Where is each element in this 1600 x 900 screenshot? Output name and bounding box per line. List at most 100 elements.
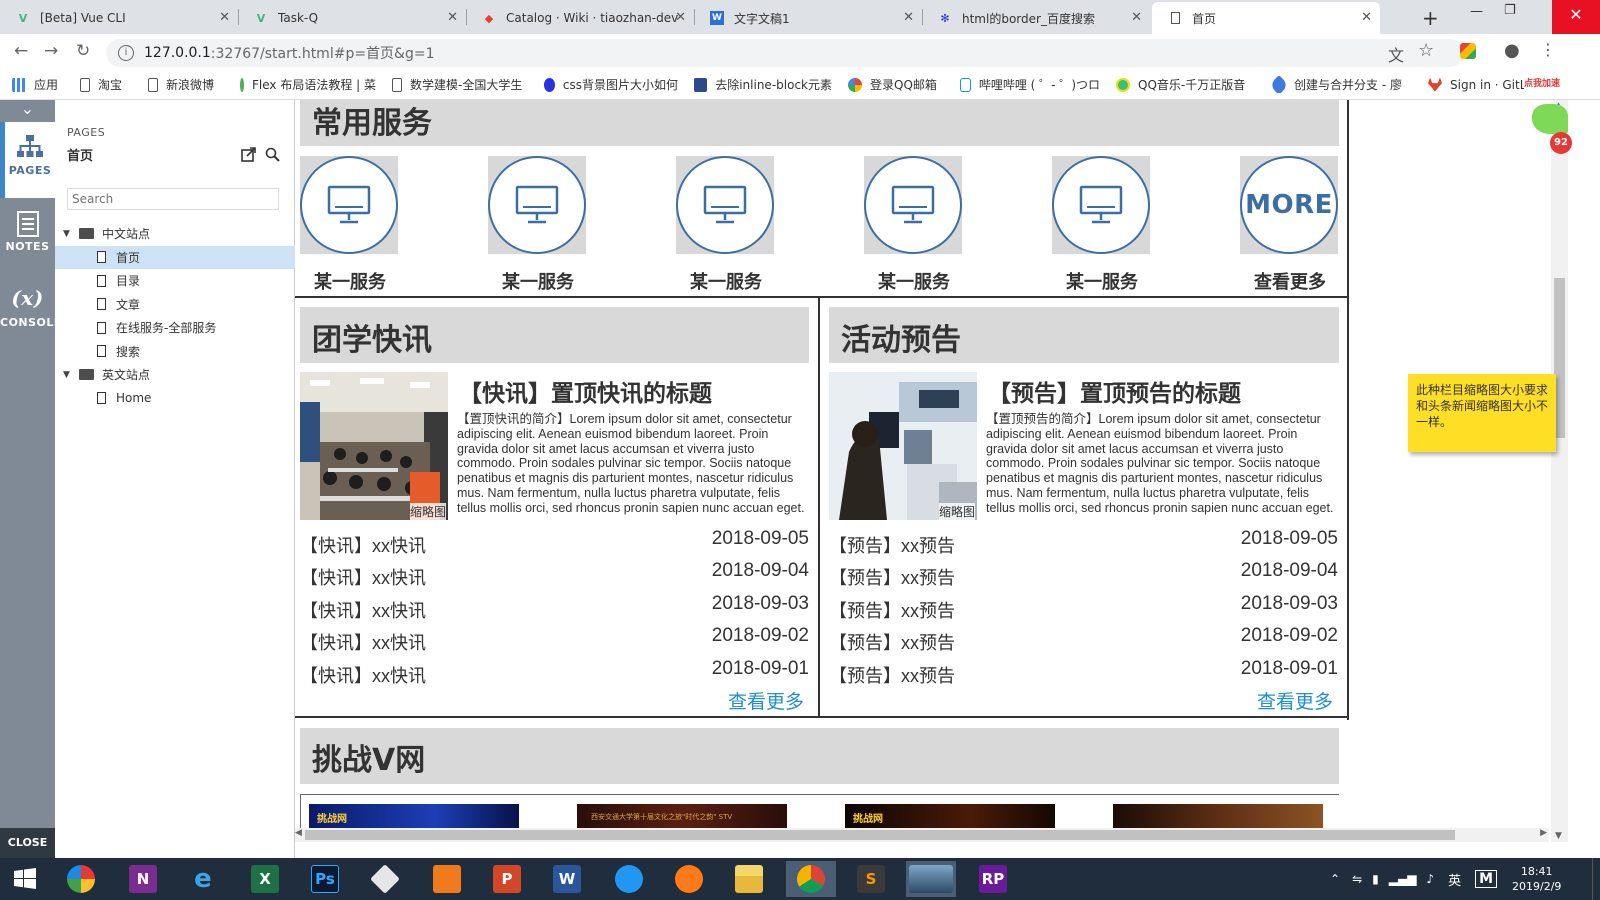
info-icon[interactable]: i: [118, 45, 134, 61]
tree-page-search[interactable]: 搜索: [55, 340, 295, 364]
bookmark-css-bg[interactable]: css背景图片大小如何: [544, 76, 678, 93]
new-tab-button[interactable]: +: [1422, 6, 1439, 30]
expand-triangle-icon[interactable]: ▼: [63, 370, 73, 380]
service-item[interactable]: 某一服务: [488, 156, 588, 294]
minimize-button[interactable]: —: [1470, 4, 1483, 19]
tzv-video-thumb[interactable]: [1113, 804, 1323, 828]
tab-wps-doc[interactable]: W 文字文稿1 ✕: [694, 2, 922, 34]
scroll-left-arrow-icon[interactable]: ◀: [295, 828, 302, 838]
reload-button[interactable]: ↻: [76, 41, 90, 61]
account-icon[interactable]: ●: [1504, 40, 1520, 61]
volume-icon[interactable]: ♪: [1426, 872, 1434, 886]
open-new-window-icon[interactable]: [241, 147, 256, 166]
events-more-link[interactable]: 查看更多: [1257, 687, 1333, 714]
network-adapter-icon[interactable]: ⇋: [1352, 872, 1362, 886]
service-item[interactable]: 某一服务: [300, 156, 400, 294]
extension-icon[interactable]: [1460, 43, 1476, 59]
bookmark-inline-block[interactable]: 去除inline-block元素: [694, 76, 832, 93]
bookmark-qqmail[interactable]: 登录QQ邮箱: [848, 76, 944, 93]
chrome-icon[interactable]: [786, 861, 836, 897]
photos-app-icon[interactable]: [56, 861, 106, 897]
news-list-item[interactable]: 【快讯】xx快讯 2018-09-04: [300, 560, 809, 596]
tab-baidu-search[interactable]: ✻ html的border_百度搜索 ✕: [922, 2, 1150, 34]
tab-homepage[interactable]: 首页 ✕: [1152, 2, 1380, 34]
axure-rp-icon[interactable]: RP: [968, 861, 1018, 897]
close-icon[interactable]: ✕: [1361, 10, 1372, 25]
bookmark-weibo[interactable]: 新浪微博: [148, 76, 224, 93]
tab-vue-cli[interactable]: V [Beta] Vue CLI ✕: [0, 2, 238, 34]
bookmark-bilibili[interactable]: 哔哩哔哩 ( ゜- ゜)つロ: [960, 76, 1100, 93]
rail-pages-button[interactable]: PAGES: [0, 122, 55, 198]
vertical-scrollbar[interactable]: ▲ ▼: [1551, 100, 1568, 842]
ps-image-icon[interactable]: [906, 861, 956, 897]
close-icon[interactable]: ✕: [675, 10, 686, 25]
horizontal-scroll-thumb[interactable]: [305, 830, 1455, 840]
tree-page-article[interactable]: 文章: [55, 293, 295, 317]
tab-task-q[interactable]: V Task-Q ✕: [238, 2, 466, 34]
feather-app-icon[interactable]: [604, 861, 654, 897]
bookmark-apps[interactable]: 应用: [12, 76, 64, 93]
tree-folder-chinese-site[interactable]: ▼ 中文站点: [55, 222, 295, 246]
close-icon[interactable]: ✕: [1131, 10, 1142, 25]
tree-folder-english-site[interactable]: ▼ 英文站点: [55, 363, 295, 387]
bookmark-qqmusic[interactable]: QQ音乐-千万正版音: [1116, 76, 1256, 93]
ime-indicator[interactable]: 英: [1448, 870, 1461, 889]
news-more-link[interactable]: 查看更多: [728, 687, 804, 714]
wifi-signal-icon[interactable]: ▂▄▆: [1389, 872, 1417, 886]
show-desktop-button[interactable]: [1592, 858, 1600, 900]
translate-icon[interactable]: 文: [1388, 42, 1404, 66]
events-thumbnail[interactable]: 缩略图: [829, 372, 977, 520]
bookmark-star-icon[interactable]: ☆: [1418, 40, 1434, 61]
extension-badge[interactable]: 点我加速: [1524, 76, 1561, 89]
bookmark-taobao[interactable]: 淘宝: [80, 76, 132, 93]
service-item[interactable]: 某一服务: [1052, 156, 1152, 294]
news-list-item[interactable]: 【预告】xx预告 2018-09-02: [829, 625, 1338, 661]
horizontal-scrollbar[interactable]: ◀ ▶: [295, 828, 1549, 842]
orange-app-icon[interactable]: [664, 861, 714, 897]
back-button[interactable]: ←: [14, 41, 28, 61]
news-list-item[interactable]: 【预告】xx预告 2018-09-05: [829, 528, 1338, 564]
news-list-item[interactable]: 【快讯】xx快讯 2018-09-02: [300, 625, 809, 661]
tab-catalog-wiki[interactable]: ◆ Catalog · Wiki · tiaozhan-dev ✕: [466, 2, 694, 34]
tray-expand-icon[interactable]: ⌃: [1330, 872, 1340, 886]
rail-console-button[interactable]: (x) CONSOLE: [0, 274, 61, 350]
file-explorer-icon[interactable]: [724, 861, 774, 897]
tree-page-home[interactable]: 首页: [55, 245, 295, 269]
bookmark-flex[interactable]: Flex 布局语法教程 | 菜: [240, 76, 376, 93]
news-list-item[interactable]: 【预告】xx预告 2018-09-04: [829, 560, 1338, 596]
tzv-video-thumb[interactable]: 挑战网: [845, 804, 1055, 828]
word-icon[interactable]: W: [542, 861, 592, 897]
excel-icon[interactable]: X: [240, 861, 290, 897]
events-headline[interactable]: 【预告】置顶预告的标题: [988, 374, 1241, 408]
tree-page-en-home[interactable]: Home: [55, 387, 295, 411]
pages-search-input[interactable]: [67, 188, 279, 210]
news-list-item[interactable]: 【预告】xx预告 2018-09-03: [829, 593, 1338, 629]
onenote-icon[interactable]: N: [118, 861, 168, 897]
close-icon[interactable]: ✕: [219, 10, 230, 25]
ie-icon[interactable]: e: [178, 861, 228, 897]
news-list-item[interactable]: 【快讯】xx快讯 2018-09-05: [300, 528, 809, 564]
taskbar-clock[interactable]: 18:41 2019/2/9: [1512, 864, 1561, 894]
service-item[interactable]: 某一服务: [864, 156, 964, 294]
windows-start-icon[interactable]: [0, 861, 50, 897]
music-app-icon[interactable]: [422, 861, 472, 897]
tzv-video-thumb[interactable]: 挑战网: [309, 804, 519, 828]
news-thumbnail[interactable]: 缩略图: [300, 372, 448, 520]
battery-icon[interactable]: ▮: [1372, 872, 1379, 886]
service-item[interactable]: MORE 查看更多: [1240, 156, 1340, 294]
ime-mode-icon[interactable]: M: [1475, 870, 1498, 888]
news-headline[interactable]: 【快讯】置顶快讯的标题: [459, 374, 712, 408]
locate-page-icon[interactable]: [265, 147, 280, 166]
forward-button[interactable]: →: [44, 41, 58, 61]
photoshop-icon[interactable]: Ps: [300, 861, 350, 897]
powerpoint-icon[interactable]: P: [482, 861, 532, 897]
window-close-button[interactable]: ✕: [1552, 0, 1600, 34]
rail-close-button[interactable]: CLOSE: [0, 828, 55, 858]
close-icon[interactable]: ✕: [447, 10, 458, 25]
restore-button[interactable]: ❐: [1504, 3, 1516, 18]
expand-triangle-icon[interactable]: ▼: [63, 229, 73, 239]
collapse-chevron-icon[interactable]: ⌄: [0, 100, 55, 122]
tree-page-services[interactable]: 在线服务-全部服务: [55, 316, 295, 340]
extension-mascot-icon[interactable]: [1532, 104, 1568, 134]
git-icon[interactable]: [360, 861, 410, 897]
